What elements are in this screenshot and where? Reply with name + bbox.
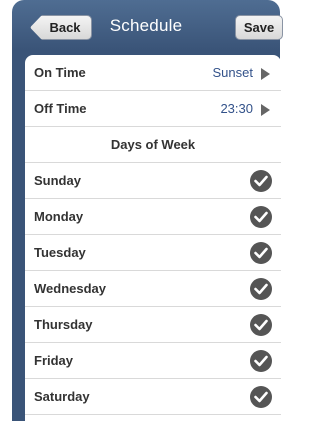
day-row-thursday[interactable]: Thursday <box>25 307 281 343</box>
on-time-row[interactable]: On Time Sunset <box>25 55 281 91</box>
off-time-value: 23:30 <box>220 101 253 116</box>
save-button[interactable]: Save <box>235 15 283 40</box>
day-row-friday[interactable]: Friday <box>25 343 281 379</box>
checkmark-icon[interactable] <box>250 242 272 264</box>
days-of-week-header: Days of Week <box>25 127 281 163</box>
on-time-label: On Time <box>34 65 86 80</box>
day-row-wednesday[interactable]: Wednesday <box>25 271 281 307</box>
day-label: Saturday <box>34 389 90 404</box>
checkmark-icon[interactable] <box>250 350 272 372</box>
checkmark-icon[interactable] <box>250 278 272 300</box>
chevron-right-icon <box>261 68 270 80</box>
day-row-saturday[interactable]: Saturday <box>25 379 281 415</box>
day-label: Wednesday <box>34 281 107 296</box>
nav-bar: Back Schedule Save <box>12 0 283 50</box>
off-time-row[interactable]: Off Time 23:30 <box>25 91 281 127</box>
day-row-monday[interactable]: Monday <box>25 199 281 235</box>
day-label: Thursday <box>34 317 93 332</box>
checkmark-icon[interactable] <box>250 386 272 408</box>
chevron-right-icon <box>261 104 270 116</box>
off-time-label: Off Time <box>34 101 87 116</box>
checkmark-icon[interactable] <box>250 206 272 228</box>
day-label: Sunday <box>34 173 81 188</box>
on-time-value: Sunset <box>212 65 253 80</box>
day-row-tuesday[interactable]: Tuesday <box>25 235 281 271</box>
schedule-list: On Time Sunset Off Time 23:30 Days of We… <box>25 55 281 421</box>
day-label: Friday <box>34 353 74 368</box>
checkmark-icon[interactable] <box>250 170 272 192</box>
day-label: Tuesday <box>34 245 86 260</box>
checkmark-icon[interactable] <box>250 314 272 336</box>
day-row-sunday[interactable]: Sunday <box>25 163 281 199</box>
day-label: Monday <box>34 209 84 224</box>
days-of-week-title: Days of Week <box>110 137 196 152</box>
